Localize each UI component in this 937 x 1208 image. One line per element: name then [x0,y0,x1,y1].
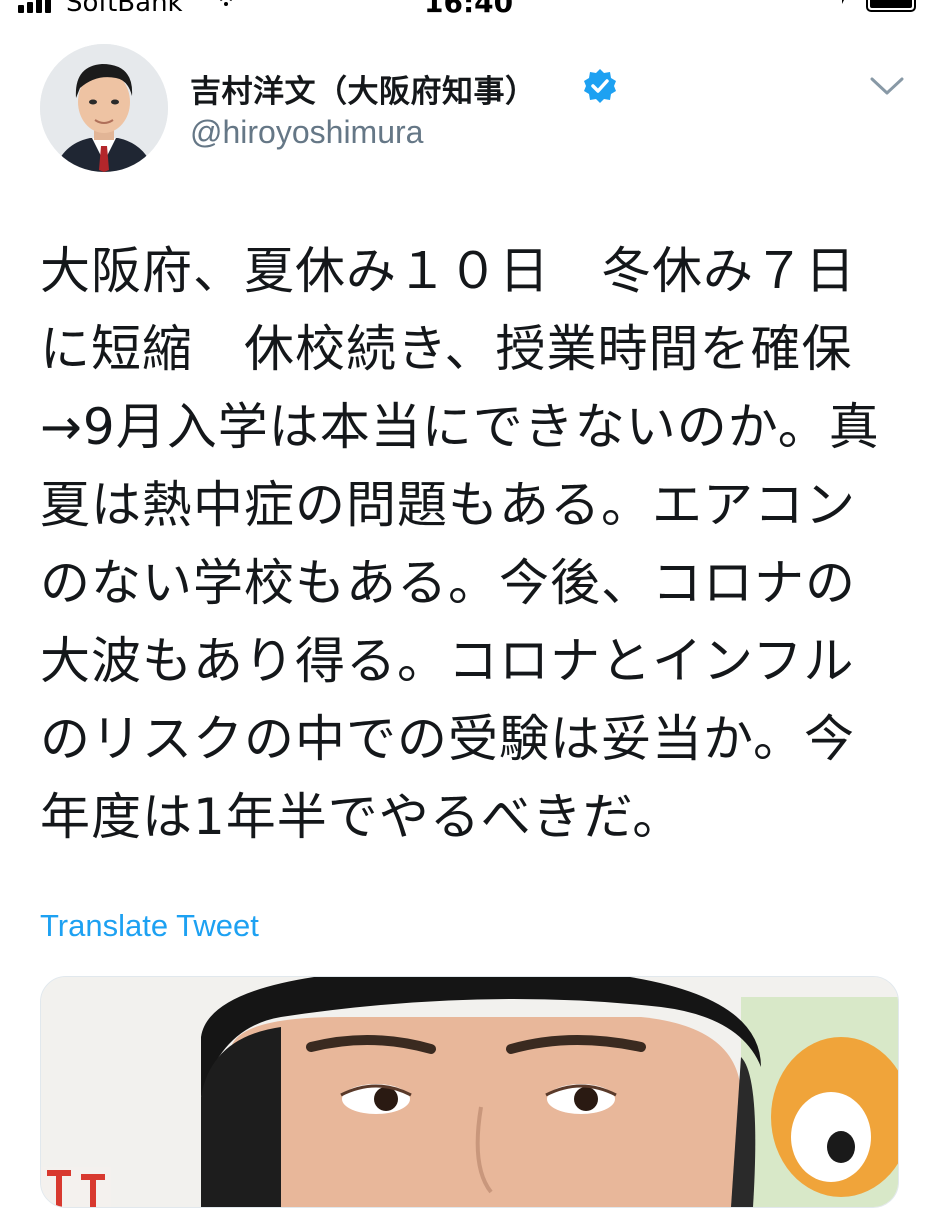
tweet-text-line: 大阪府、夏休み１０日 冬休み７日 [40,242,856,300]
display-name[interactable]: 吉村洋文（大阪府知事） [190,66,537,111]
carrier-name: SoftBank [66,0,183,18]
battery-icon [866,0,916,12]
tweet-text-line: のリスクの中での受験は妥当か。今 [40,710,855,768]
location-arrow-icon [842,0,844,4]
tweet-text-line: →9月入学は本当にできないのか。真 [40,398,880,456]
tweet-text-line: に短縮 休校続き、授業時間を確保 [40,320,853,378]
tweet-text-line: 大波もあり得る。コロナとインフル [40,632,855,690]
user-handle[interactable]: @hiroyoshimura [190,114,423,151]
status-time: 16:40 [424,0,514,19]
media-photo [41,977,898,1207]
wifi-icon [220,0,232,6]
chevron-down-icon[interactable] [868,74,906,98]
verified-badge-icon [584,69,616,103]
tweet-media-image[interactable] [40,976,899,1208]
translate-tweet-link[interactable]: Translate Tweet [40,908,259,944]
avatar-portrait [40,44,168,172]
signal-bars-icon [18,0,51,13]
avatar[interactable] [40,44,168,172]
tweet-text: 大阪府、夏休み１０日 冬休み７日 に短縮 休校続き、授業時間を確保 →9月入学は… [40,232,905,856]
tweet-text-line: 年度は1年半でやるべきだ。 [40,788,684,846]
status-bar: SoftBank 16:40 [0,0,937,19]
tweet-text-line: 夏は熱中症の問題もある。エアコン [40,476,856,534]
tweet-text-line: のない学校もある。今後、コロナの [40,554,856,612]
